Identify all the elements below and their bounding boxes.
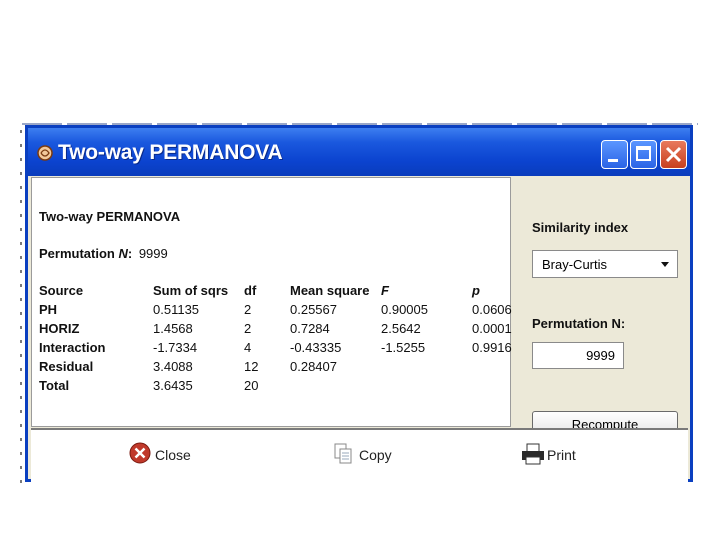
table-cell: 0.90005 (381, 302, 428, 317)
table-cell: 12 (244, 359, 259, 374)
table-cell: 2 (244, 321, 252, 336)
table-cell: 20 (244, 378, 259, 393)
permutation-n-label: Permutation N: (532, 316, 626, 331)
print-label: Print (547, 447, 576, 463)
table-cell: 2.5642 (381, 321, 421, 336)
options-panel: Similarity index Bray-Curtis Permutation… (512, 177, 688, 439)
similarity-index-value: Bray-Curtis (542, 257, 608, 272)
maximize-button[interactable] (630, 140, 657, 169)
permutation-n: N (118, 246, 128, 261)
table-cell: 0.51135 (153, 302, 200, 317)
app-icon (37, 145, 53, 161)
table-row-source: HORIZ (39, 321, 80, 336)
similarity-index-select[interactable]: Bray-Curtis (532, 250, 678, 278)
table-cell: -0.43335 (290, 340, 342, 355)
permutation-label: Permutation (39, 246, 119, 261)
col-header-f: F (381, 283, 389, 298)
permutation-colon: : (127, 246, 133, 261)
col-header-ms: Mean square (290, 283, 370, 298)
bottom-toolbar: Close Copy Print (31, 428, 688, 482)
permanova-window: Two-way PERMANOVA Two-way PERMANOVA Perm… (25, 125, 693, 482)
table-cell: -1.7334 (153, 340, 198, 355)
similarity-index-label: Similarity index (532, 220, 629, 235)
permutation-line: Permutation N: 9999 (39, 246, 168, 261)
close-icon (665, 146, 682, 163)
table-row-source: PH (39, 302, 58, 317)
table-cell: 0.7284 (290, 321, 330, 336)
table-cell: 0.0001 (472, 321, 512, 336)
close-circle-icon (129, 442, 151, 464)
permutation-n-field[interactable]: 9999 (532, 342, 624, 369)
table-cell: 2 (244, 302, 252, 317)
chevron-down-icon (661, 262, 669, 267)
copy-button[interactable]: Copy (333, 442, 403, 468)
close-button[interactable]: Close (129, 442, 209, 468)
table-row-source: Residual (39, 359, 94, 374)
background-dotted-line (20, 130, 22, 485)
table-cell: 0.9916 (472, 340, 512, 355)
close-window-button[interactable] (660, 140, 687, 169)
minimize-icon (608, 159, 618, 162)
table-row-source: Interaction (39, 340, 106, 355)
copy-icon (334, 443, 352, 464)
table-cell: 3.4088 (153, 359, 193, 374)
copy-label: Copy (359, 447, 392, 463)
table-cell: 0.0606 (472, 302, 512, 317)
col-header-p: p (472, 283, 480, 298)
col-header-df: df (244, 283, 257, 298)
table-row-source: Total (39, 378, 70, 393)
printer-icon (522, 443, 544, 465)
print-button[interactable]: Print (521, 442, 591, 468)
table-cell: -1.5255 (381, 340, 426, 355)
results-panel: Two-way PERMANOVA Permutation N: 9999 So… (31, 177, 512, 427)
col-header-source: Source (39, 283, 84, 298)
results-heading: Two-way PERMANOVA (39, 209, 181, 224)
maximize-icon (636, 146, 651, 161)
window-title: Two-way PERMANOVA (58, 141, 283, 164)
col-header-ss: Sum of sqrs (153, 283, 229, 298)
table-cell: 0.25567 (290, 302, 337, 317)
table-cell: 1.4568 (153, 321, 193, 336)
permutation-value: 9999 (138, 246, 168, 261)
minimize-button[interactable] (601, 140, 628, 169)
title-bar[interactable]: Two-way PERMANOVA (28, 128, 690, 176)
table-cell: 4 (244, 340, 252, 355)
close-label: Close (155, 447, 191, 463)
table-cell: 3.6435 (153, 378, 193, 393)
table-cell: 0.28407 (290, 359, 337, 374)
